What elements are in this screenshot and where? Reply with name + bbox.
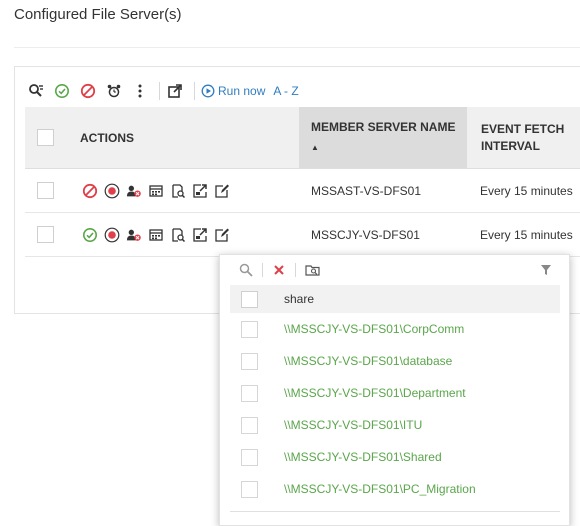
dropdown-separator xyxy=(262,263,263,277)
schedule-icon[interactable] xyxy=(148,227,164,243)
share-path-label: \\MSSCJY-VS-DFS01\PC_Migration xyxy=(284,482,476,496)
event-fetch-interval-cell: Every 15 minutes xyxy=(480,183,573,198)
share-list-item[interactable]: \\MSSCJY-VS-DFS01\CorpComm xyxy=(230,313,560,345)
stop-icon[interactable] xyxy=(104,227,120,243)
share-list-item[interactable]: \\MSSCJY-VS-DFS01\Department xyxy=(230,377,560,409)
row-checkbox[interactable] xyxy=(37,226,54,243)
share-list-item[interactable]: \\MSSCJY-VS-DFS01\ITU xyxy=(230,409,560,441)
schedule-icon[interactable] xyxy=(148,183,164,199)
row-actions xyxy=(82,169,236,212)
run-now-button[interactable]: Run now xyxy=(201,84,265,98)
share-list-item[interactable]: \\MSSCJY-VS-DFS01\PC_Migration xyxy=(230,473,560,505)
disable-icon[interactable] xyxy=(79,82,97,100)
share-checkbox[interactable] xyxy=(241,384,258,402)
row-select-cell xyxy=(37,169,54,212)
actions-column-header: ACTIONS xyxy=(80,130,134,145)
user-remove-icon[interactable] xyxy=(126,227,142,243)
share-checkbox[interactable] xyxy=(241,320,258,338)
row-checkbox[interactable] xyxy=(37,182,54,199)
share-path-label: \\MSSCJY-VS-DFS01\ITU xyxy=(284,418,423,432)
page-title: Configured File Server(s) xyxy=(14,6,182,23)
export-icon[interactable] xyxy=(166,82,184,100)
alarm-clock-icon[interactable] xyxy=(105,82,123,100)
sort-az-button[interactable]: A - Z xyxy=(273,84,298,98)
disable-icon[interactable] xyxy=(82,183,98,199)
toolbar-separator xyxy=(159,82,160,100)
share-path-label: \\MSSCJY-VS-DFS01\Shared xyxy=(284,450,442,464)
share-dropdown: share \\MSSCJY-VS-DFS01\CorpComm \\MSSCJ… xyxy=(219,254,570,526)
share-list-item[interactable]: \\MSSCJY-VS-DFS01\Shared xyxy=(230,441,560,473)
run-now-icon xyxy=(201,84,215,98)
table-header: ACTIONS MEMBER SERVER NAME ▲ EVENT FETCH… xyxy=(25,107,580,169)
share-icon[interactable] xyxy=(192,183,208,199)
member-server-column-header[interactable]: MEMBER SERVER NAME ▲ xyxy=(299,107,467,168)
edit-icon[interactable] xyxy=(214,183,230,199)
table-row: MSSCJY-VS-DFS01 Every 15 minutes xyxy=(25,213,580,257)
share-checkbox[interactable] xyxy=(241,480,258,498)
run-now-label: Run now xyxy=(218,84,266,98)
search-filter-icon[interactable] xyxy=(27,82,45,100)
stop-icon[interactable] xyxy=(104,183,120,199)
filter-icon[interactable] xyxy=(538,262,554,278)
table-row: MSSAST-VS-DFS01 Every 15 minutes xyxy=(25,169,580,213)
dropdown-toolbar xyxy=(220,255,569,285)
share-path-label: \\MSSCJY-VS-DFS01\Department xyxy=(284,386,466,400)
event-fetch-interval-column-header[interactable]: EVENT FETCH INTERVAL xyxy=(467,107,580,168)
row-select-cell xyxy=(37,213,54,256)
share-path-label: \\MSSCJY-VS-DFS01\CorpComm xyxy=(284,322,465,336)
user-remove-icon[interactable] xyxy=(126,183,142,199)
search-icon[interactable] xyxy=(238,262,254,278)
member-server-cell: MSSAST-VS-DFS01 xyxy=(311,183,422,198)
dropdown-header: share xyxy=(230,285,560,313)
title-divider xyxy=(14,47,580,48)
folder-search-icon[interactable] xyxy=(305,262,321,278)
enable-icon[interactable] xyxy=(82,227,98,243)
enable-icon[interactable] xyxy=(53,82,71,100)
toolbar: Run now A - Z xyxy=(27,81,299,101)
dropdown-divider xyxy=(230,511,560,512)
share-path-label: \\MSSCJY-VS-DFS01\database xyxy=(284,354,453,368)
member-server-cell: MSSCJY-VS-DFS01 xyxy=(311,227,420,242)
sort-ascending-icon: ▲ xyxy=(311,143,319,152)
row-actions xyxy=(82,213,236,256)
select-all-cell xyxy=(37,107,54,168)
share-list-item[interactable]: \\MSSCJY-VS-DFS01\database xyxy=(230,345,560,377)
member-server-header-label: MEMBER SERVER NAME xyxy=(311,120,456,134)
toolbar-separator xyxy=(194,82,195,100)
share-checkbox[interactable] xyxy=(241,352,258,370)
select-all-shares-checkbox[interactable] xyxy=(241,290,258,308)
clear-selection-icon[interactable] xyxy=(271,262,287,278)
file-server-table: ACTIONS MEMBER SERVER NAME ▲ EVENT FETCH… xyxy=(25,107,580,257)
share-checkbox[interactable] xyxy=(241,448,258,466)
dropdown-separator xyxy=(295,263,296,277)
view-details-icon[interactable] xyxy=(170,227,186,243)
share-checkbox[interactable] xyxy=(241,416,258,434)
select-all-checkbox[interactable] xyxy=(37,129,54,146)
event-fetch-interval-cell: Every 15 minutes xyxy=(480,227,573,242)
view-details-icon[interactable] xyxy=(170,183,186,199)
edit-icon[interactable] xyxy=(214,227,230,243)
share-icon[interactable] xyxy=(192,227,208,243)
share-column-label: share xyxy=(284,292,315,306)
more-options-icon[interactable] xyxy=(131,82,149,100)
